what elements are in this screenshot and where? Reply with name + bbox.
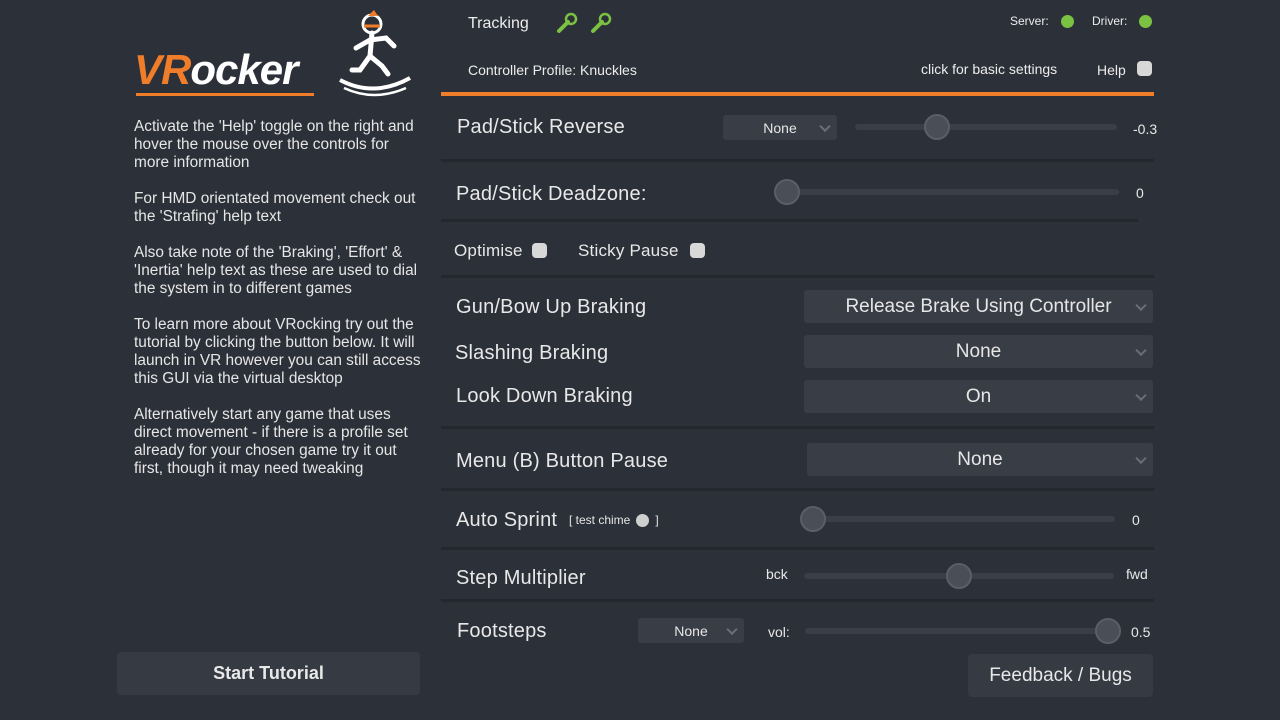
settings-panel: Tracking Server: Driver: Controller Prof…	[441, 0, 1159, 720]
footsteps-volume-slider-thumb[interactable]	[1095, 618, 1121, 644]
pad-reverse-label: Pad/Stick Reverse	[457, 116, 625, 139]
chime-icon[interactable]	[636, 514, 649, 527]
gun-braking-select[interactable]: Release Brake Using Controller	[804, 290, 1153, 323]
footsteps-label: Footsteps	[457, 620, 547, 643]
menu-pause-select-value: None	[957, 449, 1002, 471]
auto-sprint-label: Auto Sprint	[456, 509, 557, 532]
logo-prefix: VR	[134, 46, 190, 93]
pad-deadzone-slider-thumb[interactable]	[774, 179, 800, 205]
test-chime[interactable]: [ test chime ]	[569, 513, 659, 527]
driver-status-led	[1139, 15, 1152, 28]
divider	[441, 219, 1138, 222]
header-divider	[441, 92, 1154, 96]
vrocker-logo: VRocker	[134, 8, 424, 98]
start-tutorial-button[interactable]: Start Tutorial	[117, 652, 420, 695]
footsteps-vol-label: vol:	[768, 624, 790, 640]
tracking-label: Tracking	[468, 15, 529, 33]
pad-reverse-value: -0.3	[1133, 121, 1157, 137]
server-status-led	[1061, 15, 1074, 28]
sticky-pause-toggle[interactable]	[690, 243, 705, 258]
divider	[441, 599, 1154, 602]
logo-text: VRocker	[134, 46, 297, 94]
divider	[441, 426, 1154, 429]
pad-deadzone-label: Pad/Stick Deadzone:	[456, 183, 647, 206]
help-paragraph: Also take note of the 'Braking', 'Effort…	[134, 244, 424, 298]
pad-deadzone-value: 0	[1136, 185, 1144, 201]
rocker-figure-icon	[334, 8, 414, 98]
step-multiplier-bck-label: bck	[766, 566, 788, 582]
pad-reverse-select-value: None	[763, 120, 796, 136]
divider	[441, 488, 1154, 491]
chevron-down-icon	[726, 623, 737, 634]
logo-underline	[136, 93, 314, 96]
help-paragraph: Alternatively start any game that uses d…	[134, 406, 424, 478]
pad-deadzone-slider-track[interactable]	[787, 189, 1119, 195]
server-label: Server:	[1010, 14, 1049, 28]
help-paragraph: For HMD orientated movement check out th…	[134, 190, 424, 226]
menu-pause-select[interactable]: None	[807, 443, 1153, 476]
controller-right-icon	[590, 12, 612, 34]
footsteps-select[interactable]: None	[638, 618, 744, 643]
sticky-pause-label: Sticky Pause	[578, 241, 679, 261]
header: Tracking Server: Driver: Controller Prof…	[441, 0, 1159, 94]
pad-reverse-select[interactable]: None	[723, 115, 837, 140]
divider	[441, 159, 1154, 162]
footsteps-volume-value: 0.5	[1131, 624, 1150, 640]
help-text: Activate the 'Help' toggle on the right …	[134, 118, 424, 496]
basic-settings-link[interactable]: click for basic settings	[921, 61, 1057, 77]
divider	[441, 275, 1154, 278]
auto-sprint-value: 0	[1132, 512, 1140, 528]
auto-sprint-slider-thumb[interactable]	[800, 506, 826, 532]
chevron-down-icon	[1135, 344, 1146, 355]
slashing-braking-label: Slashing Braking	[455, 342, 608, 365]
chevron-down-icon	[819, 120, 830, 131]
slashing-braking-select-value: None	[956, 341, 1001, 363]
test-chime-open: [ test chime	[569, 513, 630, 527]
pad-reverse-slider-track[interactable]	[855, 124, 1117, 130]
help-toggle[interactable]	[1137, 61, 1152, 76]
footsteps-volume-slider-track[interactable]	[805, 628, 1111, 634]
controller-left-icon	[556, 12, 578, 34]
lookdown-braking-label: Look Down Braking	[456, 385, 633, 408]
test-chime-close: ]	[655, 513, 658, 527]
feedback-bugs-button[interactable]: Feedback / Bugs	[968, 654, 1153, 697]
pad-reverse-slider-thumb[interactable]	[924, 114, 950, 140]
chevron-down-icon	[1135, 389, 1146, 400]
left-panel: VRocker Activate the 'Help' toggle on th…	[117, 0, 420, 720]
lookdown-braking-select-value: On	[966, 386, 991, 408]
chevron-down-icon	[1135, 452, 1146, 463]
chevron-down-icon	[1135, 299, 1146, 310]
step-multiplier-label: Step Multiplier	[456, 567, 586, 590]
divider	[441, 547, 1154, 550]
gun-braking-label: Gun/Bow Up Braking	[456, 296, 646, 319]
footsteps-select-value: None	[674, 623, 707, 639]
optimise-toggle[interactable]	[532, 243, 547, 258]
step-multiplier-fwd-label: fwd	[1126, 566, 1148, 582]
controller-profile-label: Controller Profile: Knuckles	[468, 62, 637, 78]
gun-braking-select-value: Release Brake Using Controller	[845, 296, 1111, 318]
driver-label: Driver:	[1092, 14, 1127, 28]
slashing-braking-select[interactable]: None	[804, 335, 1153, 368]
menu-pause-label: Menu (B) Button Pause	[456, 450, 668, 473]
step-multiplier-slider-thumb[interactable]	[946, 563, 972, 589]
auto-sprint-slider-track[interactable]	[813, 516, 1115, 522]
optimise-label: Optimise	[454, 241, 523, 261]
logo-suffix: ocker	[190, 46, 297, 93]
help-paragraph: Activate the 'Help' toggle on the right …	[134, 118, 424, 172]
lookdown-braking-select[interactable]: On	[804, 380, 1153, 413]
help-paragraph: To learn more about VRocking try out the…	[134, 316, 424, 388]
help-label: Help	[1097, 62, 1126, 78]
